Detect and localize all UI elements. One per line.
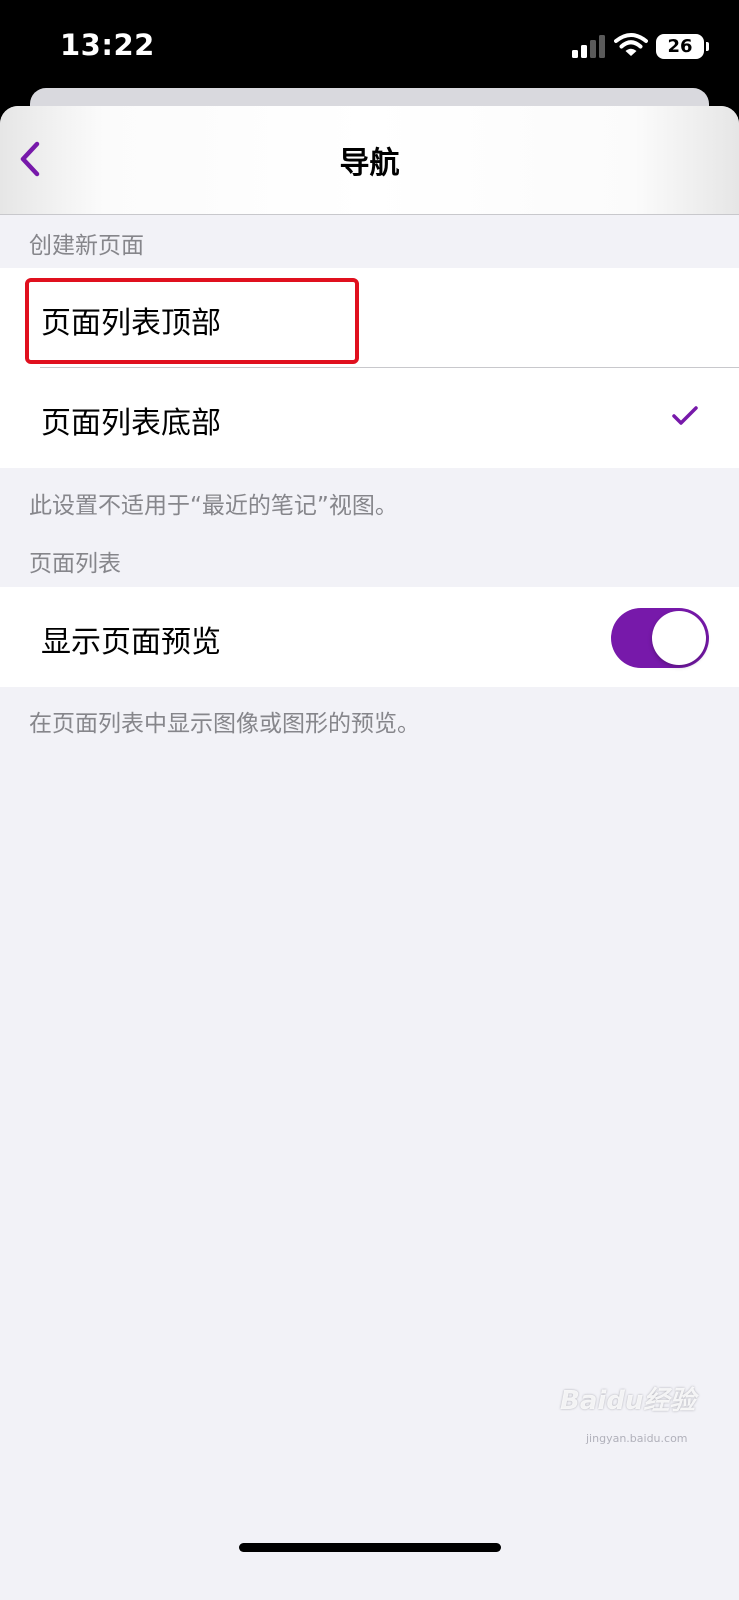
checkmark-icon <box>672 406 698 425</box>
show-page-preview-row: 显示页面预览 <box>0 587 739 687</box>
section-footer-create-new-page: 此设置不适用于“最近的笔记”视图。 <box>29 493 398 519</box>
signal-icon <box>572 34 608 58</box>
battery-level: 26 <box>667 36 693 57</box>
option-bottom-of-page-list[interactable]: 页面列表底部 <box>0 368 739 468</box>
toggle-label: 显示页面预览 <box>41 625 221 660</box>
status-bar: 13:22 26 <box>0 0 739 90</box>
status-time: 13:22 <box>60 28 155 62</box>
section-header-page-list: 页面列表 <box>29 551 121 577</box>
home-indicator[interactable] <box>239 1543 501 1552</box>
baidu-watermark-site: jingyan.baidu.com <box>586 1432 688 1445</box>
baidu-watermark: Baidu经验 <box>560 1386 696 1416</box>
show-page-preview-toggle[interactable] <box>611 608 709 668</box>
page-title: 导航 <box>339 146 400 181</box>
section-header-create-new-page: 创建新页面 <box>29 233 144 259</box>
wifi-icon <box>614 33 648 56</box>
toggle-knob <box>652 611 706 665</box>
section-footer-page-list: 在页面列表中显示图像或图形的预览。 <box>29 711 420 737</box>
battery-icon: 26 <box>656 34 704 59</box>
battery-nub <box>706 42 709 51</box>
navigation-bar: 导航 <box>0 106 739 215</box>
option-label: 页面列表底部 <box>41 406 221 441</box>
highlight-annotation <box>25 278 359 364</box>
page-list-group: 显示页面预览 <box>0 587 739 687</box>
settings-sheet: 导航 创建新页面 页面列表顶部 页面列表底部 此设置不适用于“最近的笔记”视图。… <box>0 106 739 1600</box>
